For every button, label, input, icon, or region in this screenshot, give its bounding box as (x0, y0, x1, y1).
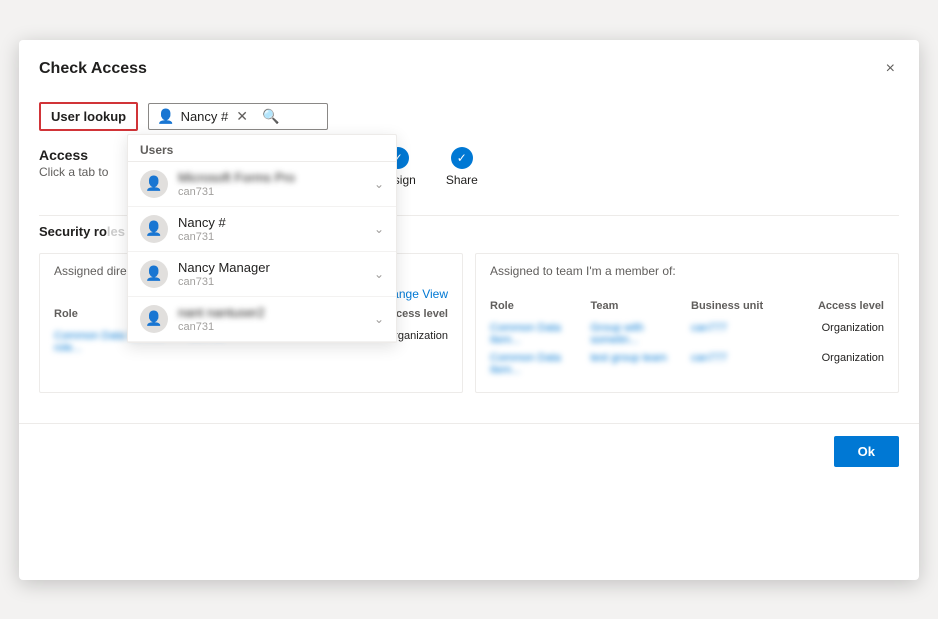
dropdown-item-info: Nancy Manager can731 (178, 260, 374, 288)
check-access-dialog: Check Access × User lookup 👤 Nancy # ✕ 🔍… (19, 40, 919, 580)
dropdown-item[interactable]: 👤 nant nantuser2 can731 ⌄ (128, 297, 396, 342)
avatar: 👤 (140, 260, 168, 288)
dropdown-item-info: Nancy # can731 (178, 215, 374, 243)
permission-share: ✓ Share (446, 147, 478, 187)
dropdown-item-info: nant nantuser2 can731 (178, 305, 374, 333)
dropdown-item[interactable]: 👤 Microsoft Forms Pro can731 ⌄ (128, 162, 396, 207)
table-row: Common Data Item... test group team can7… (490, 352, 884, 376)
check-icon: ✓ (451, 147, 473, 169)
chevron-down-icon: ⌄ (374, 312, 384, 326)
access-cell: Organization (792, 322, 885, 346)
assigned-team-label: Assigned to team I'm a member of: (490, 264, 884, 278)
dialog-footer: Ok (19, 423, 919, 479)
dropdown-item-name: nant nantuser2 (178, 305, 374, 320)
dropdown-item-sub: can731 (178, 321, 374, 333)
team-table-header: Role Team Business unit Access level (490, 300, 884, 316)
col-team: Team (591, 300, 684, 312)
dropdown-item-sub: can731 (178, 276, 374, 288)
role-cell: Common Data Item... (490, 322, 583, 346)
user-lookup-label: User lookup (39, 102, 138, 131)
role-cell: Common Data Item... (490, 352, 583, 376)
dropdown-item[interactable]: 👤 Nancy # can731 ⌄ (128, 207, 396, 252)
table-row: Common Data Item... Group with sometin..… (490, 322, 884, 346)
team-cell: Group with sometin... (591, 322, 684, 346)
person-icon: 👤 (157, 108, 174, 125)
dropdown-item-sub: can731 (178, 231, 374, 243)
access-section: Access Click a tab to (39, 147, 119, 189)
dropdown-item-name: Microsoft Forms Pro (178, 170, 374, 185)
avatar: 👤 (140, 170, 168, 198)
lookup-row: User lookup 👤 Nancy # ✕ 🔍 (39, 102, 899, 131)
access-subtitle: Click a tab to (39, 165, 119, 179)
team-roles-panel: Assigned to team I'm a member of: Role T… (475, 253, 899, 393)
team-cell: test group team (591, 352, 684, 376)
chevron-down-icon: ⌄ (374, 177, 384, 191)
dropdown-header: Users (128, 135, 396, 162)
close-button[interactable]: × (882, 56, 899, 82)
avatar: 👤 (140, 305, 168, 333)
lookup-input-text: Nancy # (181, 109, 229, 124)
access-title: Access (39, 147, 119, 163)
col-access: Access level (792, 300, 885, 312)
chevron-down-icon: ⌄ (374, 222, 384, 236)
lookup-input-wrapper[interactable]: 👤 Nancy # ✕ 🔍 (148, 103, 328, 130)
dialog-header: Check Access × (19, 40, 919, 92)
dropdown-list: 👤 Microsoft Forms Pro can731 ⌄ 👤 Nancy #… (128, 162, 396, 342)
dialog-title: Check Access (39, 60, 147, 78)
col-role: Role (490, 300, 583, 312)
dropdown-item-sub: can731 (178, 186, 374, 198)
access-cell: Organization (792, 352, 885, 376)
bu-cell: can777 (691, 322, 784, 346)
lookup-search-button[interactable]: 🔍 (260, 108, 281, 125)
dropdown-item[interactable]: 👤 Nancy Manager can731 ⌄ (128, 252, 396, 297)
permission-label: Share (446, 173, 478, 187)
bu-cell: can777 (691, 352, 784, 376)
ok-button[interactable]: Ok (834, 436, 899, 467)
user-dropdown: Users 👤 Microsoft Forms Pro can731 ⌄ 👤 N… (127, 134, 397, 343)
dialog-body: User lookup 👤 Nancy # ✕ 🔍 Users 👤 Micros… (19, 92, 919, 413)
lookup-clear-button[interactable]: ✕ (234, 108, 250, 125)
dropdown-item-name: Nancy Manager (178, 260, 374, 275)
dropdown-item-info: Microsoft Forms Pro can731 (178, 170, 374, 198)
dropdown-item-name: Nancy # (178, 215, 374, 230)
col-bu: Business unit (691, 300, 784, 312)
chevron-down-icon: ⌄ (374, 267, 384, 281)
avatar: 👤 (140, 215, 168, 243)
